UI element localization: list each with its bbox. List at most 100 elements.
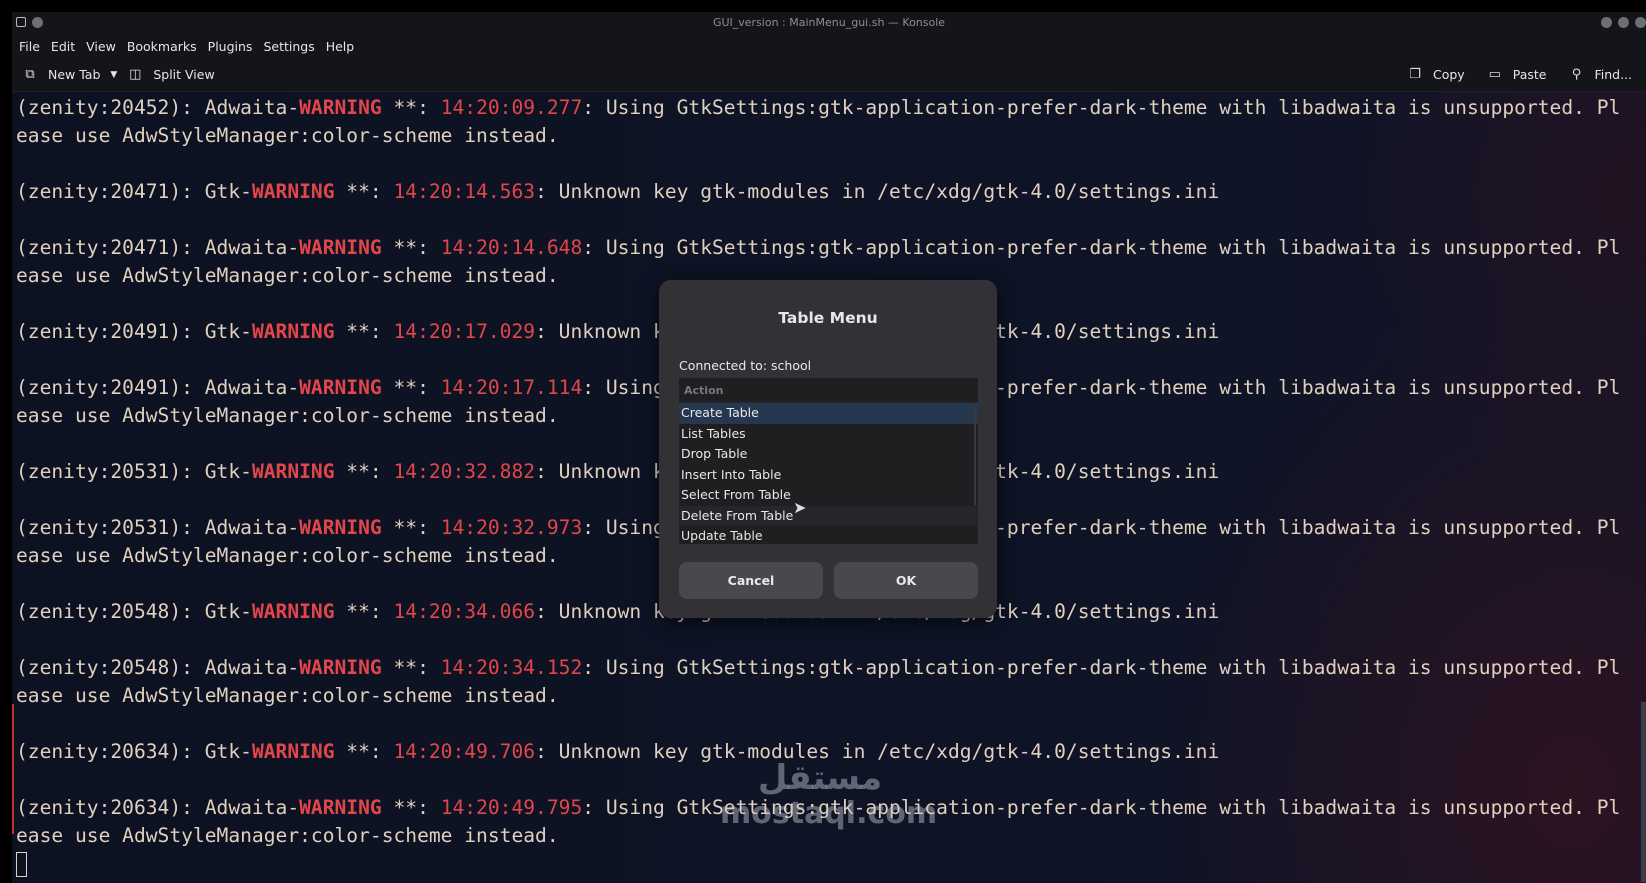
- menu-plugins[interactable]: Plugins: [208, 39, 253, 54]
- log-separator: **:: [381, 236, 441, 259]
- list-item-create-table[interactable]: Create Table: [679, 403, 978, 424]
- log-timestamp: 14:20:34.152: [440, 656, 583, 679]
- menu-file[interactable]: File: [19, 39, 40, 54]
- log-timestamp: 14:20:17.029: [393, 320, 536, 343]
- list-item-update-table[interactable]: Update Table: [679, 526, 978, 544]
- column-header-action[interactable]: Action: [679, 378, 978, 403]
- log-level: WARNING: [299, 516, 382, 539]
- dialog-title: Table Menu: [778, 309, 878, 327]
- log-separator: **:: [334, 600, 394, 623]
- copy-button[interactable]: ❐ Copy: [1407, 67, 1465, 82]
- log-timestamp: 14:20:14.648: [440, 236, 583, 259]
- menu-edit[interactable]: Edit: [51, 39, 75, 54]
- search-icon: ⚲: [1571, 67, 1582, 82]
- split-view-button[interactable]: ◫ Split View: [127, 67, 215, 82]
- log-source: (zenity:20471): Gtk-: [16, 180, 252, 203]
- ok-button[interactable]: OK: [834, 562, 978, 599]
- log-message: : Using GtkSettings:gtk-application-pref…: [582, 656, 1621, 679]
- list-item-select-from-table[interactable]: Select From Table: [679, 485, 978, 506]
- cancel-button[interactable]: Cancel: [679, 562, 823, 599]
- log-level: WARNING: [299, 236, 382, 259]
- log-level: WARNING: [299, 376, 382, 399]
- menu-settings[interactable]: Settings: [263, 39, 314, 54]
- mouse-pointer-icon: ➤: [793, 498, 807, 517]
- log-level: WARNING: [299, 656, 382, 679]
- list-scrollbar[interactable]: [974, 405, 976, 505]
- log-separator: **:: [381, 376, 441, 399]
- menu-bar: File Edit View Bookmarks Plugins Setting…: [12, 34, 1646, 58]
- prompt-line: [16, 850, 1620, 878]
- copy-label: Copy: [1433, 67, 1465, 82]
- log-timestamp: 14:20:14.563: [393, 180, 536, 203]
- log-separator: **:: [334, 460, 394, 483]
- log-timestamp: 14:20:09.277: [440, 96, 583, 119]
- terminal-cursor: [16, 852, 27, 877]
- copy-icon: ❐: [1409, 67, 1421, 82]
- log-source: (zenity:20531): Gtk-: [16, 460, 252, 483]
- paste-icon: ▭: [1488, 67, 1501, 82]
- menu-bookmarks[interactable]: Bookmarks: [127, 39, 197, 54]
- log-line-continuation: ease use AdwStyleManager:color-scheme in…: [16, 124, 559, 147]
- log-level: WARNING: [251, 460, 335, 483]
- log-separator: **:: [381, 516, 441, 539]
- log-source: (zenity:20548): Adwaita-: [16, 656, 300, 679]
- screen-top-edge: [0, 0, 1646, 12]
- log-source: (zenity:20634): Gtk-: [16, 740, 252, 763]
- list-item-drop-table[interactable]: Drop Table: [679, 444, 978, 465]
- output-marker: [12, 704, 14, 834]
- window-title: GUI_version : MainMenu_gui.sh — Konsole: [712, 16, 946, 29]
- log-source: (zenity:20531): Adwaita-: [16, 516, 300, 539]
- log-source: (zenity:20452): Adwaita-: [16, 96, 300, 119]
- title-bar: GUI_version : MainMenu_gui.sh — Konsole: [12, 12, 1646, 34]
- close-button[interactable]: [1635, 17, 1646, 28]
- log-message: : Unknown key gtk-modules in /etc/xdg/gt…: [535, 180, 1220, 203]
- watermark-latin: mostaql.com: [720, 796, 938, 831]
- new-tab-icon: ⧉: [25, 67, 35, 82]
- log-level: WARNING: [251, 740, 335, 763]
- log-separator: **:: [381, 656, 441, 679]
- watermark-arabic: مستقل: [757, 758, 883, 798]
- new-tab-label: New Tab: [48, 67, 101, 82]
- connection-label: Connected to: school: [679, 358, 812, 373]
- log-source: (zenity:20548): Gtk-: [16, 600, 252, 623]
- chevron-down-icon[interactable]: ▼: [110, 70, 117, 80]
- scrollbar[interactable]: [1641, 702, 1646, 882]
- log-source: (zenity:20491): Gtk-: [16, 320, 252, 343]
- menu-view[interactable]: View: [86, 39, 116, 54]
- paste-label: Paste: [1512, 67, 1547, 82]
- action-list[interactable]: Action Create Table List Tables Drop Tab…: [679, 378, 978, 544]
- log-level: WARNING: [251, 600, 335, 623]
- table-menu-dialog: Table Menu Connected to: school Action C…: [659, 280, 997, 618]
- list-item-insert-into-table[interactable]: Insert Into Table: [679, 465, 978, 486]
- menu-help[interactable]: Help: [326, 39, 355, 54]
- log-timestamp: 14:20:49.795: [440, 796, 583, 819]
- minimize-button[interactable]: [1601, 17, 1612, 28]
- split-view-label: Split View: [153, 67, 215, 82]
- maximize-button[interactable]: [1618, 17, 1629, 28]
- log-separator: **:: [381, 796, 441, 819]
- watermark-logo: مستقل mostaql.com: [720, 758, 938, 831]
- log-separator: **:: [334, 180, 394, 203]
- log-timestamp: 14:20:32.973: [440, 516, 583, 539]
- log-level: WARNING: [251, 180, 335, 203]
- split-view-icon: ◫: [129, 67, 142, 82]
- log-timestamp: 14:20:17.114: [440, 376, 583, 399]
- list-item-list-tables[interactable]: List Tables: [679, 424, 978, 445]
- log-message: : Using GtkSettings:gtk-application-pref…: [582, 236, 1621, 259]
- toolbar: ⧉ New Tab ▼ ◫ Split View ❐ Copy ▭ Paste …: [12, 58, 1646, 92]
- log-line: (zenity:20471): Adwaita-WARNING **: 14:2…: [16, 234, 1620, 262]
- list-item-delete-from-table[interactable]: Delete From Table: [679, 505, 978, 526]
- find-label: Find...: [1594, 67, 1632, 82]
- log-level: WARNING: [299, 796, 382, 819]
- log-separator: **:: [334, 320, 394, 343]
- find-button[interactable]: ⚲ Find...: [1568, 67, 1632, 82]
- log-line-continuation: ease use AdwStyleManager:color-scheme in…: [16, 684, 559, 707]
- log-line: (zenity:20452): Adwaita-WARNING **: 14:2…: [16, 94, 1620, 122]
- new-tab-button[interactable]: ⧉ New Tab ▼: [22, 67, 117, 82]
- log-separator: **:: [334, 740, 394, 763]
- paste-button[interactable]: ▭ Paste: [1487, 67, 1547, 82]
- log-timestamp: 14:20:49.706: [393, 740, 536, 763]
- log-separator: **:: [381, 96, 441, 119]
